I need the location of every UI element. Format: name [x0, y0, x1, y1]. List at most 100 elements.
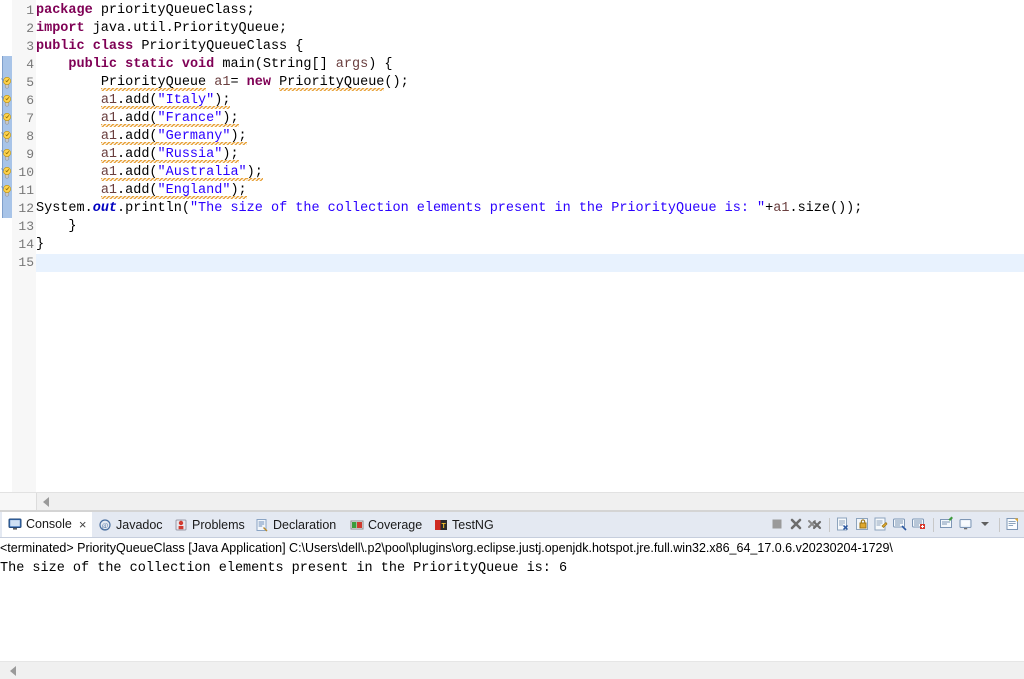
open-console-button[interactable] [911, 516, 928, 533]
tab-declaration[interactable]: Declaration [249, 512, 344, 537]
console-menu-button[interactable] [977, 516, 994, 533]
tab-label: Coverage [368, 517, 423, 532]
code-line[interactable]: public static void main(String[] args) { [36, 56, 393, 74]
code-line[interactable]: PriorityQueue a1= new PriorityQueue(); [36, 74, 409, 92]
code-token: static [125, 57, 174, 72]
tab-close-icon[interactable]: × [79, 517, 87, 532]
code-token: "Australia" [157, 165, 247, 181]
line-number: 10 [18, 165, 34, 180]
code-token: .add( [117, 165, 158, 181]
clear-console-icon [835, 517, 851, 535]
tab-testng[interactable]: T TestNG [428, 512, 498, 537]
new-console-icon [958, 519, 974, 535]
console-view-panel: Console × @ Javadoc Problems Declaration Cover… [0, 512, 1024, 679]
console-toolbar [769, 514, 1022, 535]
code-token: ); [222, 147, 239, 163]
line-number: 13 [18, 219, 34, 234]
code-line[interactable]: public class PriorityQueueClass { [36, 38, 303, 56]
code-line[interactable]: package priorityQueueClass; [36, 2, 255, 20]
console-output-text: The size of the collection elements pres… [0, 561, 568, 576]
svg-text:T: T [441, 523, 446, 530]
code-token: ) { [368, 57, 393, 72]
editor-horizontal-scrollbar[interactable] [0, 492, 1024, 511]
xx-bold-icon [807, 520, 823, 535]
editor-scroll-corner [0, 493, 37, 510]
code-token: ); [246, 165, 263, 181]
code-token: .add( [117, 93, 158, 109]
code-line[interactable]: a1.add("Italy"); [36, 92, 231, 110]
console-view-menu-button[interactable] [1005, 516, 1022, 533]
scroll-lock-button[interactable] [854, 516, 871, 533]
line-number: 15 [18, 255, 34, 270]
code-line[interactable]: } [36, 236, 44, 254]
line-number: 8 [26, 129, 34, 144]
code-token: a1 [100, 165, 118, 181]
pin-console-button[interactable] [873, 516, 890, 533]
tab-label: Console [26, 517, 72, 531]
editor-annotation-ruler[interactable] [0, 0, 13, 492]
remove-all-terminated-button[interactable] [807, 516, 824, 533]
tab-console[interactable]: Console × [2, 512, 92, 537]
word-wrap-button[interactable] [939, 516, 956, 533]
tab-javadoc[interactable]: @ Javadoc [92, 512, 168, 537]
line-number-ruler: 1 2 3 4 5 6 7 8 9 10 11 12 13 14 15 [12, 0, 37, 492]
problems-icon [174, 518, 188, 532]
code-token: a1 [100, 183, 118, 199]
code-line[interactable]: a1.add("England"); [36, 182, 247, 200]
toolbar-separator [933, 517, 934, 532]
code-token: a1 [214, 75, 231, 90]
java-editor[interactable]: 1 2 3 4 5 6 7 8 9 10 11 12 13 14 15 package priorityQu… [0, 0, 1024, 511]
code-line[interactable]: System.out.println("The size of the coll… [36, 200, 862, 218]
code-token: priorityQueueClass; [92, 3, 255, 18]
code-token: ); [230, 183, 247, 199]
terminate-button[interactable] [769, 516, 786, 533]
tab-label: Javadoc [116, 517, 163, 532]
code-line[interactable]: a1.add("Australia"); [36, 164, 263, 182]
line-number: 9 [26, 147, 34, 162]
code-line[interactable]: a1.add("France"); [36, 110, 239, 128]
display-selected-console-button[interactable] [892, 516, 909, 533]
svg-text:@: @ [102, 522, 109, 530]
scroll-left-arrow-icon[interactable] [43, 497, 49, 507]
x-bold-icon [788, 518, 804, 535]
code-token: package [36, 3, 93, 18]
terminate-all-button[interactable] [788, 516, 805, 533]
tab-label: Problems [192, 517, 245, 532]
code-line[interactable]: } [36, 218, 77, 236]
tab-coverage[interactable]: Coverage [344, 512, 428, 537]
code-token: } [36, 219, 77, 234]
console-scroll-left-arrow-icon[interactable] [10, 666, 16, 676]
code-token: ); [230, 129, 247, 145]
clear-console-button[interactable] [835, 516, 852, 533]
code-token: PriorityQueue [279, 75, 385, 91]
chevron-down-icon [977, 521, 993, 535]
code-token: "France" [157, 111, 223, 127]
line-number: 12 [18, 201, 34, 216]
coverage-icon [350, 518, 364, 532]
tab-problems[interactable]: Problems [168, 512, 249, 537]
code-token: a1 [100, 129, 118, 145]
code-token: .add( [117, 129, 158, 145]
open-console-icon [911, 518, 927, 535]
code-token: "Russia" [157, 147, 223, 163]
code-token: new [246, 75, 271, 90]
code-line[interactable]: a1.add("Russia"); [36, 146, 239, 164]
console-horizontal-scrollbar[interactable] [0, 661, 1024, 679]
code-text-area[interactable]: package priorityQueueClass; import java.u… [36, 0, 1024, 492]
word-wrap-icon [939, 516, 955, 535]
current-line-highlight [36, 254, 1024, 272]
code-token: java.util.PriorityQueue; [84, 21, 288, 36]
new-console-view-button[interactable] [958, 516, 975, 533]
code-line[interactable]: a1.add("Germany"); [36, 128, 247, 146]
view-menu-icon [1005, 518, 1021, 535]
code-line[interactable]: import java.util.PriorityQueue; [36, 20, 287, 38]
console-icon [8, 517, 22, 531]
line-number: 4 [26, 57, 34, 72]
line-number: 1 [26, 3, 34, 18]
